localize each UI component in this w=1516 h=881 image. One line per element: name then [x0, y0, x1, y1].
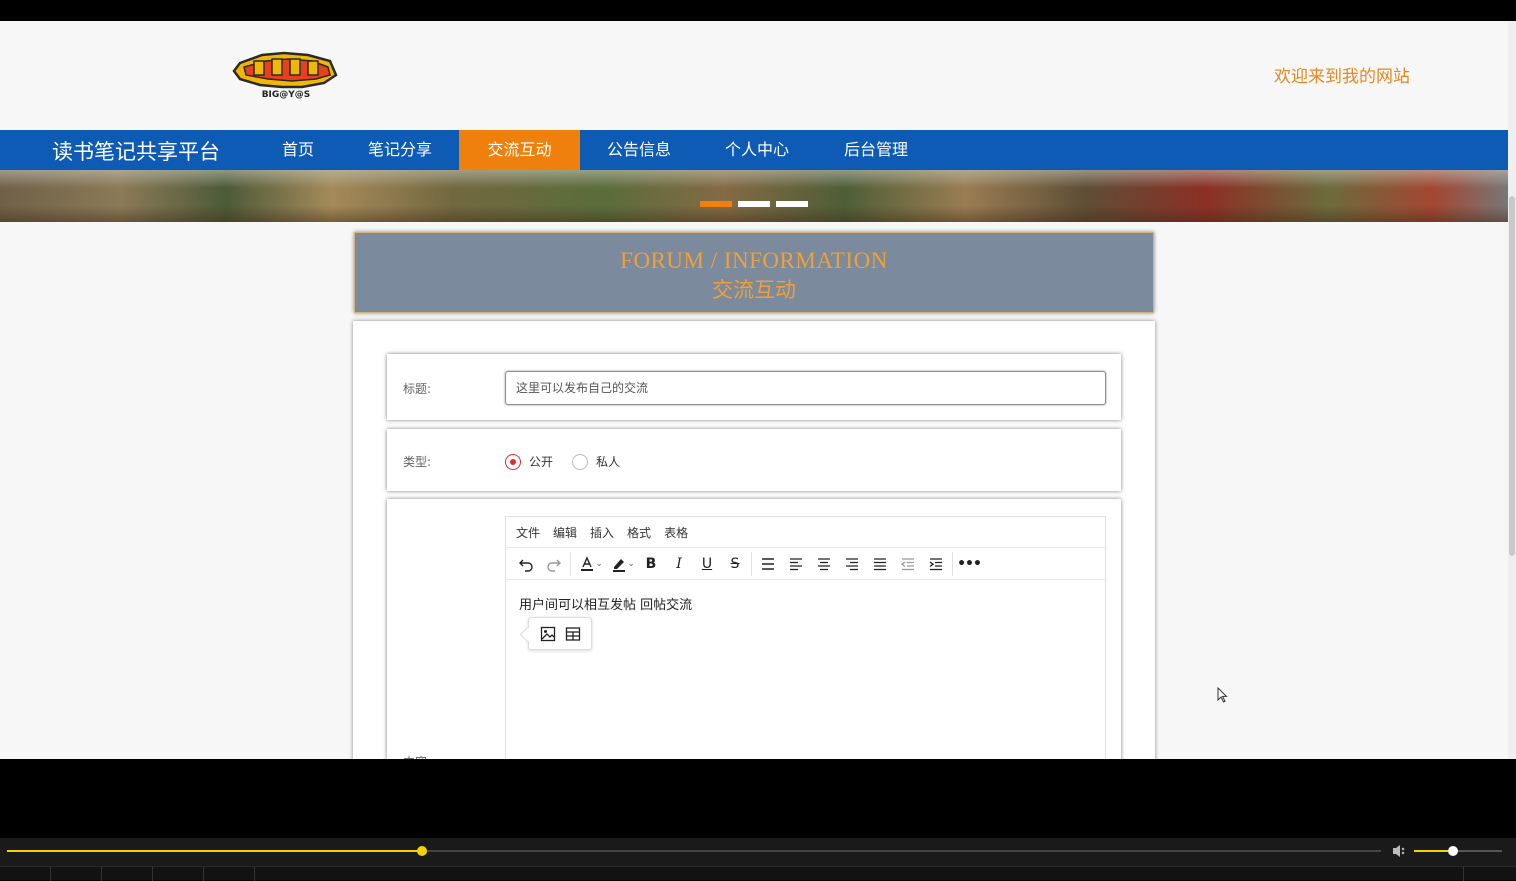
- section-title-en: FORUM / INFORMATION: [620, 248, 888, 273]
- carousel-dot-2[interactable]: [738, 201, 770, 207]
- editor-content[interactable]: 用户间可以相互发帖 回帖交流: [506, 580, 1105, 627]
- radio-private[interactable]: 私人: [572, 453, 620, 470]
- volume-level: [1414, 850, 1453, 852]
- list-icon[interactable]: [754, 550, 782, 578]
- quick-insert-toolbar: [528, 617, 592, 650]
- section-title-cn: 交流互动: [712, 278, 796, 302]
- nav-announcements[interactable]: 公告信息: [593, 130, 685, 170]
- form-row-type: 类型: 公开 私人: [387, 429, 1121, 491]
- post-form-panel: 标题: 这里可以发布自己的交流 类型: 公开 私人 内容 文件 编辑 插入 格式: [353, 321, 1155, 759]
- site-header: BIG@Y@S 欢迎来到我的网站: [0, 21, 1508, 130]
- rich-text-editor: 文件 编辑 插入 格式 表格 ⌄ ⌄ B I U S ••• 用户间可以相互发帖…: [505, 516, 1106, 759]
- menu-table[interactable]: 表格: [664, 524, 688, 541]
- radio-public-label: 公开: [529, 455, 554, 469]
- align-justify-icon[interactable]: [866, 550, 894, 578]
- indent-icon[interactable]: [922, 550, 950, 578]
- carousel-dot-1[interactable]: [700, 201, 732, 207]
- strip-divider: [101, 867, 102, 881]
- banner-image: [0, 170, 1508, 188]
- editor-menubar: 文件 编辑 插入 格式 表格: [506, 517, 1105, 548]
- image-icon[interactable]: [540, 626, 556, 642]
- page-scrollbar[interactable]: [1508, 21, 1516, 759]
- nav-notes-share[interactable]: 笔记分享: [354, 130, 446, 170]
- radio-public[interactable]: 公开: [505, 453, 553, 470]
- table-icon[interactable]: [565, 626, 581, 642]
- toolbar-divider: [751, 551, 752, 576]
- form-row-content: 内容 文件 编辑 插入 格式 表格 ⌄ ⌄ B: [387, 499, 1121, 759]
- menu-file[interactable]: 文件: [516, 524, 540, 541]
- svg-text:BIG@Y@S: BIG@Y@S: [262, 90, 311, 100]
- banner-shade: [0, 206, 1508, 222]
- media-player-bar: [0, 838, 1516, 881]
- menu-format[interactable]: 格式: [627, 524, 651, 541]
- main-navbar: 读书笔记共享平台 首页 笔记分享 交流互动 公告信息 个人中心 后台管理: [0, 130, 1508, 170]
- title-input[interactable]: 这里可以发布自己的交流: [505, 371, 1106, 405]
- scrollbar-thumb[interactable]: [1509, 196, 1515, 556]
- strip-divider: [152, 867, 153, 881]
- toolbar-divider: [570, 551, 571, 576]
- undo-icon[interactable]: [512, 550, 540, 578]
- outdent-icon[interactable]: [894, 550, 922, 578]
- radio-private-circle: [572, 453, 588, 470]
- strikethrough-icon[interactable]: S: [721, 550, 749, 578]
- more-icon[interactable]: •••: [955, 550, 983, 578]
- site-logo[interactable]: BIG@Y@S: [232, 49, 340, 101]
- nav-home[interactable]: 首页: [268, 130, 328, 170]
- radio-public-circle: [505, 453, 521, 470]
- underline-icon[interactable]: U: [693, 550, 721, 578]
- seek-progress: [7, 850, 422, 852]
- browser-viewport: BIG@Y@S 欢迎来到我的网站 读书笔记共享平台 首页 笔记分享 交流互动 公…: [0, 21, 1508, 759]
- taskbar-strip: [0, 866, 1516, 881]
- align-left-icon[interactable]: [782, 550, 810, 578]
- editor-toolbar: ⌄ ⌄ B I U S •••: [506, 548, 1105, 580]
- strip-divider: [1463, 867, 1464, 881]
- nav-forum[interactable]: 交流互动: [459, 130, 580, 170]
- form-row-title: 标题: 这里可以发布自己的交流: [387, 354, 1121, 420]
- align-right-icon[interactable]: [838, 550, 866, 578]
- chevron-down-icon[interactable]: ⌄: [625, 559, 637, 569]
- menu-insert[interactable]: 插入: [590, 524, 614, 541]
- nav-admin[interactable]: 后台管理: [830, 130, 922, 170]
- seek-bar[interactable]: [7, 846, 1381, 856]
- chevron-down-icon[interactable]: ⌄: [593, 559, 605, 569]
- redo-icon[interactable]: [540, 550, 568, 578]
- volume-handle[interactable]: [1447, 846, 1458, 856]
- strip-divider: [254, 867, 255, 881]
- strip-divider: [203, 867, 204, 881]
- strip-divider: [50, 867, 51, 881]
- volume-icon[interactable]: [1391, 843, 1409, 859]
- seek-handle[interactable]: [416, 846, 427, 856]
- title-label: 标题:: [403, 382, 432, 396]
- menu-edit[interactable]: 编辑: [553, 524, 577, 541]
- site-brand[interactable]: 读书笔记共享平台: [52, 136, 220, 166]
- type-label: 类型:: [403, 455, 432, 469]
- align-center-icon[interactable]: [810, 550, 838, 578]
- bold-icon[interactable]: B: [637, 550, 665, 578]
- volume-slider[interactable]: [1414, 846, 1502, 856]
- radio-private-label: 私人: [596, 455, 621, 469]
- section-title-card: FORUM / INFORMATION 交流互动: [354, 232, 1154, 313]
- carousel-dot-3[interactable]: [776, 201, 808, 207]
- italic-icon[interactable]: I: [665, 550, 693, 578]
- nav-user-center[interactable]: 个人中心: [711, 130, 803, 170]
- welcome-text: 欢迎来到我的网站: [1274, 67, 1410, 87]
- banner-carousel[interactable]: [0, 170, 1508, 222]
- mouse-cursor-icon: [1217, 687, 1228, 703]
- toolbar-divider: [952, 551, 953, 576]
- content-label: 内容: [403, 753, 427, 759]
